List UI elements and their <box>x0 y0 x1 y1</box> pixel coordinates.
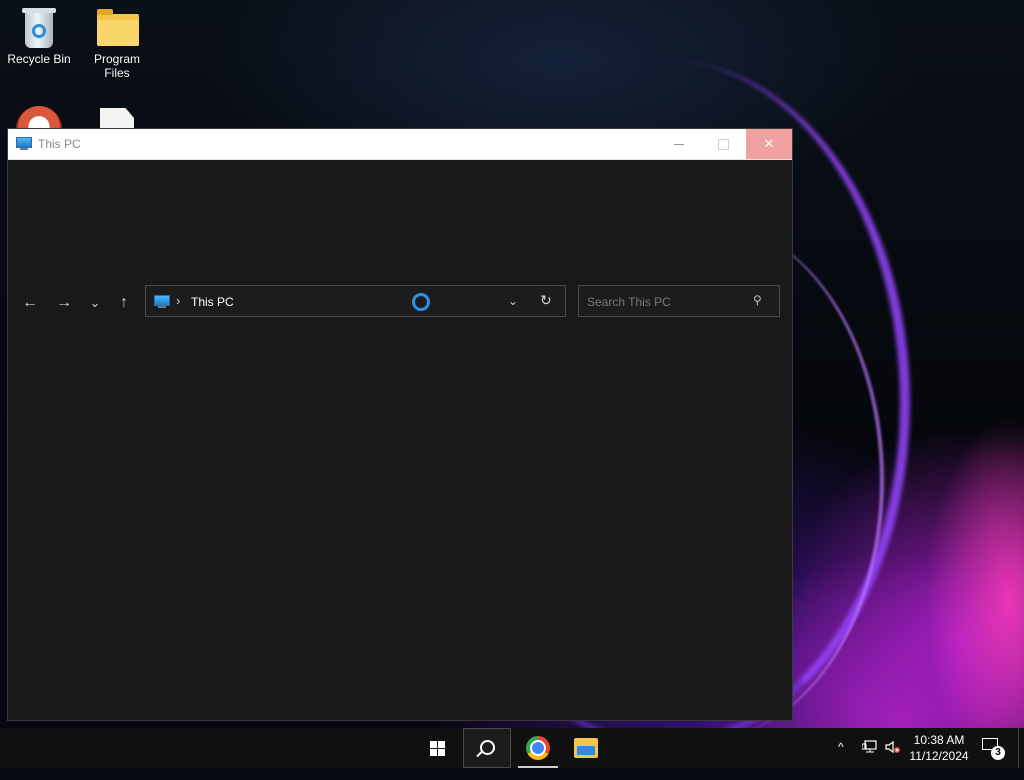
loading-spinner-icon <box>412 293 430 311</box>
title-bar[interactable]: This PC ✕ <box>8 129 792 160</box>
desktop-icon-program-files[interactable]: Program Files <box>81 6 153 80</box>
file-explorer-icon <box>574 738 598 758</box>
taskbar: ^ 10:38 AM 11/12/2024 3 <box>0 728 1024 768</box>
this-pc-icon <box>16 137 32 151</box>
refresh-button[interactable]: ↻ <box>540 292 552 309</box>
back-button[interactable]: ← <box>20 293 40 313</box>
notification-count-badge: 3 <box>991 746 1005 760</box>
search-icon <box>480 740 495 755</box>
this-pc-icon <box>154 295 170 308</box>
breadcrumb-chevron-icon[interactable]: › <box>176 293 180 308</box>
search-box[interactable]: ⚲ <box>578 285 780 317</box>
taskbar-chrome[interactable] <box>514 728 562 768</box>
desktop-icon-recycle-bin[interactable]: Recycle Bin <box>3 6 75 66</box>
show-desktop-button[interactable] <box>1018 728 1024 768</box>
clock-date: 11/12/2024 <box>909 749 969 763</box>
clock-time: 10:38 AM <box>913 733 965 747</box>
action-center-button[interactable]: 3 <box>982 738 1005 760</box>
search-icon[interactable]: ⚲ <box>753 293 762 307</box>
up-button[interactable]: ↑ <box>114 293 134 313</box>
forward-button[interactable]: → <box>54 293 74 313</box>
taskbar-file-explorer[interactable] <box>562 728 610 768</box>
minimize-icon <box>673 144 684 146</box>
folder-icon <box>93 6 141 50</box>
maximize-button[interactable] <box>701 129 746 159</box>
desktop-icon-label: Program Files <box>93 52 140 80</box>
close-icon: ✕ <box>763 136 775 151</box>
search-input[interactable] <box>585 292 749 312</box>
start-button[interactable] <box>414 728 462 768</box>
breadcrumb-this-pc[interactable]: This PC <box>191 295 234 309</box>
chrome-icon <box>526 736 550 760</box>
taskbar-search-button[interactable] <box>463 728 511 768</box>
desktop-icon-label: Recycle Bin <box>7 52 71 66</box>
system-clock[interactable]: 10:38 AM 11/12/2024 <box>905 732 973 764</box>
show-hidden-icons-button[interactable]: ^ <box>838 740 844 780</box>
windows-logo-icon <box>430 741 446 757</box>
volume-muted-icon[interactable] <box>885 740 901 780</box>
recent-locations-button[interactable]: ⌄ <box>85 293 105 313</box>
network-icon[interactable] <box>861 740 878 780</box>
file-explorer-window: This PC ✕ ← → ⌄ ↑ › This PC ⌄ ↻ ⚲ <box>7 128 793 721</box>
address-dropdown-button[interactable]: ⌄ <box>508 294 518 308</box>
maximize-icon <box>718 139 729 151</box>
navigation-bar: ← → ⌄ ↑ › This PC ⌄ ↻ ⚲ <box>8 285 792 319</box>
address-bar[interactable]: › This PC ⌄ ↻ <box>145 285 566 317</box>
close-button[interactable]: ✕ <box>746 129 792 159</box>
recycle-bin-icon <box>15 6 63 50</box>
window-title: This PC <box>38 137 81 151</box>
minimize-button[interactable] <box>656 129 701 159</box>
